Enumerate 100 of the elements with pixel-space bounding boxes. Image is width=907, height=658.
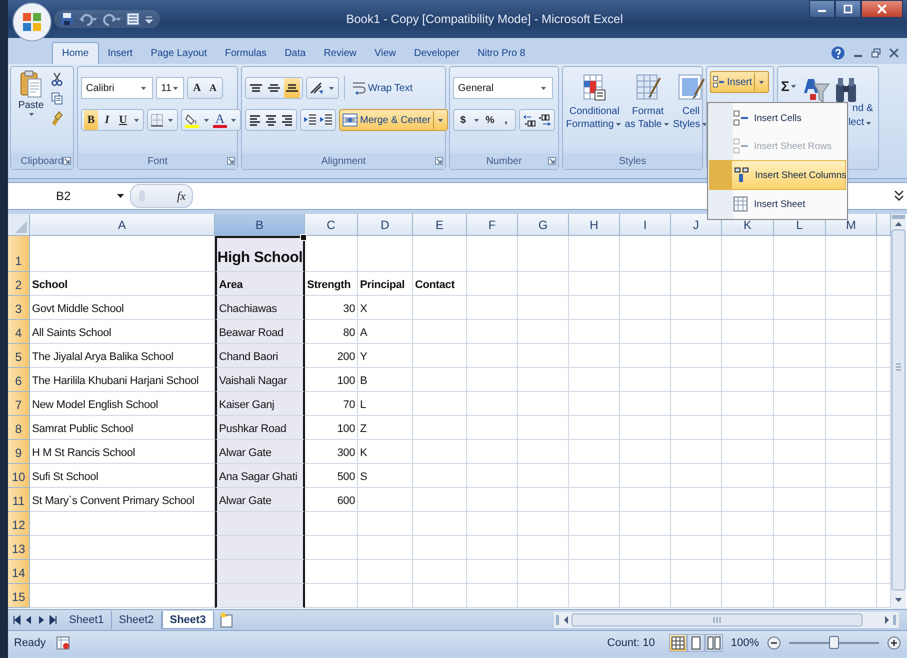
restore-icon[interactable] <box>871 48 881 58</box>
spreadsheet-cell[interactable]: B <box>358 368 413 392</box>
font-style-button[interactable]: B <box>84 110 98 130</box>
font-style-button[interactable]: U <box>116 110 130 130</box>
font-color-button[interactable]: A <box>213 112 227 128</box>
ribbon-tab[interactable]: Page Layout <box>142 42 216 64</box>
column-header[interactable]: D <box>358 214 413 236</box>
row-header[interactable]: 11 <box>8 488 30 512</box>
next-sheet-icon[interactable] <box>36 615 46 625</box>
borders-icon[interactable] <box>150 113 164 127</box>
fill-color-icon[interactable] <box>184 112 200 128</box>
select-all-icon[interactable] <box>15 221 27 233</box>
spreadsheet-cell[interactable]: 30 <box>305 296 358 320</box>
dialog-launcher-icon[interactable] <box>227 157 235 165</box>
column-header[interactable]: B <box>215 214 305 236</box>
help-icon[interactable] <box>831 46 845 60</box>
spreadsheet-cell[interactable]: 200 <box>305 344 358 368</box>
decrease-decimal-icon[interactable] <box>538 113 552 127</box>
spreadsheet-cell[interactable]: Y <box>358 344 413 368</box>
row-header[interactable]: 1 <box>8 236 30 272</box>
paste-button[interactable]: Paste <box>14 70 48 116</box>
scissors-icon[interactable] <box>51 72 63 86</box>
ribbon-tab[interactable]: View <box>365 42 405 64</box>
first-sheet-icon[interactable] <box>12 615 22 625</box>
column-header[interactable]: E <box>413 214 467 236</box>
font-name-field[interactable]: Calibri <box>81 77 153 99</box>
font-size-field[interactable]: 11 <box>156 77 184 99</box>
dialog-launcher-icon[interactable] <box>435 157 443 165</box>
binoculars-icon[interactable] <box>834 76 858 104</box>
style-menu-button[interactable]: Conditional Formatting <box>566 74 623 131</box>
expand-icon[interactable] <box>893 189 905 203</box>
horizontal-scrollbar[interactable] <box>554 612 899 628</box>
spreadsheet-cell[interactable]: 70 <box>305 392 358 416</box>
name-box[interactable]: B2 <box>8 185 130 207</box>
font-style-button[interactable]: I <box>100 110 114 130</box>
spreadsheet-cell[interactable] <box>215 536 305 560</box>
macro-record-icon[interactable] <box>56 636 70 650</box>
spreadsheet-cell[interactable]: Contact <box>413 272 467 296</box>
row-header[interactable]: 8 <box>8 416 30 440</box>
ribbon-tab[interactable]: Data <box>276 42 315 64</box>
column-header[interactable] <box>877 214 891 236</box>
insert-function-button[interactable]: fx <box>177 188 186 204</box>
column-header[interactable]: J <box>671 214 722 236</box>
normal-view-button[interactable] <box>668 634 687 652</box>
spreadsheet-cell[interactable] <box>215 560 305 584</box>
row-header[interactable]: 9 <box>8 440 30 464</box>
menu-item[interactable]: Insert Sheet Columns <box>709 160 846 190</box>
spreadsheet-cell[interactable]: Chand Baori <box>215 344 305 368</box>
style-menu-button[interactable]: Format as Table <box>624 74 671 131</box>
paintbrush-icon[interactable] <box>51 111 63 127</box>
sheet-tab[interactable]: Sheet3 <box>162 611 214 629</box>
align-bottom-button[interactable] <box>284 78 300 98</box>
minimize-button[interactable] <box>809 0 835 18</box>
spreadsheet-cell[interactable]: Strength <box>305 272 358 296</box>
align-center-icon[interactable] <box>264 113 278 127</box>
ribbon-tab[interactable]: Formulas <box>216 42 276 64</box>
decrease-indent-icon[interactable] <box>303 113 317 127</box>
number-format-field[interactable]: General <box>453 77 553 99</box>
spreadsheet-cell[interactable] <box>215 512 305 536</box>
spreadsheet-cell[interactable]: A <box>358 320 413 344</box>
zoom-out-icon[interactable] <box>767 636 781 650</box>
column-header[interactable]: H <box>569 214 620 236</box>
row-header[interactable]: 4 <box>8 320 30 344</box>
dialog-launcher-icon[interactable] <box>63 157 71 165</box>
spreadsheet-cell[interactable]: 300 <box>305 440 358 464</box>
row-header[interactable]: 14 <box>8 560 30 584</box>
spreadsheet-cell[interactable]: Area <box>215 272 305 296</box>
spreadsheet-cell[interactable]: Z <box>358 416 413 440</box>
zoom-in-icon[interactable] <box>887 636 901 650</box>
spreadsheet-cell[interactable]: K <box>358 440 413 464</box>
spreadsheet-cell[interactable] <box>215 584 305 608</box>
column-header[interactable]: I <box>620 214 671 236</box>
column-header[interactable]: F <box>467 214 518 236</box>
spreadsheet-cell[interactable]: L <box>358 392 413 416</box>
row-header[interactable]: 5 <box>8 344 30 368</box>
close-button[interactable] <box>861 0 903 18</box>
spreadsheet-cell[interactable]: Alwar Gate <box>215 440 305 464</box>
column-header[interactable]: A <box>30 214 215 236</box>
break-view-button[interactable] <box>704 634 723 652</box>
currency-button[interactable]: $ <box>456 110 470 130</box>
spreadsheet-cell[interactable]: Ana Sagar Ghati <box>215 464 305 488</box>
row-header[interactable]: 7 <box>8 392 30 416</box>
spreadsheet-cell[interactable]: S <box>358 464 413 488</box>
spreadsheet-cell[interactable]: Pushkar Road <box>215 416 305 440</box>
office-logo-icon[interactable] <box>12 2 52 42</box>
increase-decimal-icon[interactable] <box>522 113 536 127</box>
grow-font-button[interactable]: A <box>190 78 204 98</box>
spreadsheet-cell[interactable]: Vaishali Nagar <box>215 368 305 392</box>
spreadsheet-cell[interactable]: 100 <box>305 368 358 392</box>
spreadsheet-cell[interactable]: Kaiser Ganj <box>215 392 305 416</box>
close-icon[interactable] <box>889 48 899 58</box>
shrink-font-button[interactable]: A <box>206 78 220 98</box>
copy-icon[interactable] <box>51 92 63 105</box>
layout-view-button[interactable] <box>686 634 705 652</box>
column-header[interactable]: G <box>518 214 569 236</box>
autosum-button[interactable]: Σ <box>781 76 798 96</box>
merge-center-button[interactable]: Merge & Center <box>339 109 448 131</box>
increase-indent-icon[interactable] <box>319 113 333 127</box>
redo-icon[interactable] <box>102 12 122 26</box>
ribbon-tab[interactable]: Insert <box>98 42 142 64</box>
